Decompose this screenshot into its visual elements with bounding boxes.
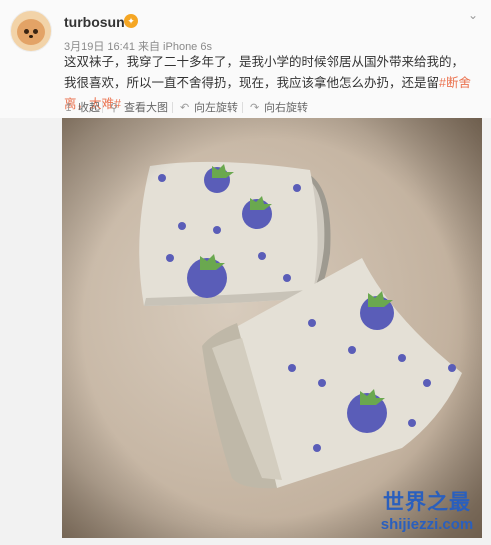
user-avatar[interactable]: [10, 10, 52, 52]
watermark-title: 世界之最: [383, 491, 471, 514]
divider: [172, 102, 173, 113]
socks-photo-illustration: [62, 118, 482, 538]
vip-badge-icon: ✦: [124, 14, 138, 28]
view-large-button[interactable]: ⚲ 查看大图: [110, 100, 168, 116]
post-body: 这双袜子，我穿了二十多年了，是我小学的时候邻居从国外带来给我的，我很喜欢，所以一…: [64, 55, 465, 90]
rotate-right-icon: ↷: [250, 102, 260, 114]
site-watermark: 世界之最 shijiezzi.com: [368, 490, 486, 540]
collapse-button[interactable]: ↥ 收起: [64, 100, 100, 116]
chevron-down-icon[interactable]: ⌄: [466, 8, 480, 22]
post-photo[interactable]: [62, 118, 482, 538]
weibo-post-card: turbosun ✦ ⌄ 3月19日 16:41 来自 iPhone 6s 这双…: [0, 0, 491, 545]
watermark-url: shijiezzi.com: [380, 516, 474, 533]
collapse-icon: ↥: [64, 102, 74, 114]
divider: [102, 102, 103, 113]
zoom-icon: ⚲: [110, 102, 119, 114]
avatar-dog-face: [17, 19, 45, 45]
divider: [242, 102, 243, 113]
image-action-bar: ↥ 收起 ⚲ 查看大图 ↶ 向左旋转 ↷ 向右旋转: [0, 96, 491, 118]
rotate-right-button[interactable]: ↷ 向右旋转: [250, 100, 308, 116]
post-header: turbosun ✦ ⌄ 3月19日 16:41 来自 iPhone 6s 这双…: [0, 0, 491, 118]
rotate-left-icon: ↶: [180, 102, 190, 114]
rotate-left-button[interactable]: ↶ 向左旋转: [180, 100, 238, 116]
username[interactable]: turbosun: [64, 14, 125, 30]
